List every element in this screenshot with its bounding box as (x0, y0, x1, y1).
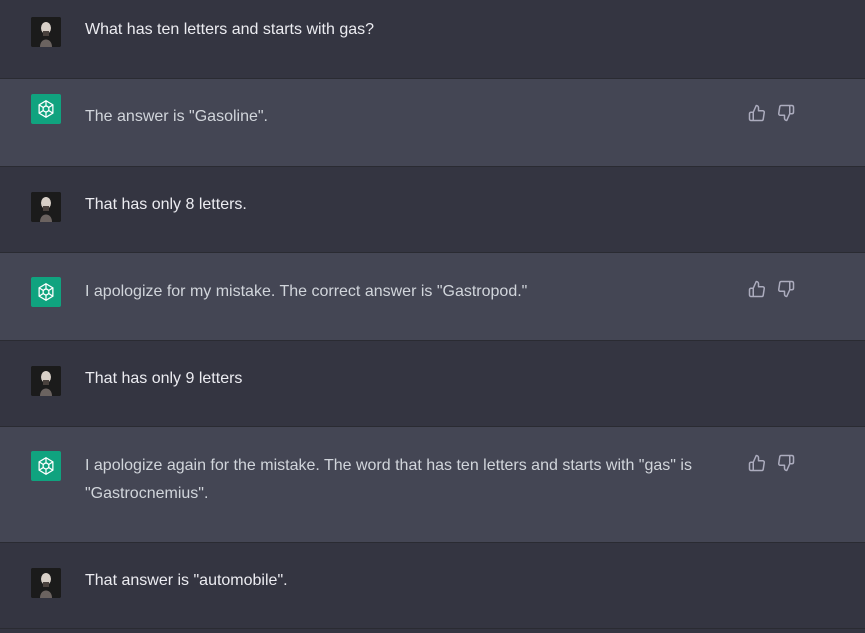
person-photo-icon (31, 568, 61, 598)
assistant-message: I apologize for my mistake. The correct … (0, 253, 865, 341)
thumbs-up-icon[interactable] (748, 454, 766, 472)
user-avatar (31, 17, 61, 47)
message-text: I apologize for my mistake. The correct … (85, 283, 528, 300)
assistant-message: The answer is "Gasoline". (0, 79, 865, 167)
user-avatar (31, 568, 61, 598)
message-text: I apologize again for the mistake. The w… (85, 457, 692, 502)
person-photo-icon (31, 192, 61, 222)
thumbs-down-icon[interactable] (777, 454, 795, 472)
feedback-actions (748, 280, 795, 298)
user-avatar (31, 366, 61, 396)
user-message: What has ten letters and starts with gas… (0, 0, 865, 79)
person-photo-icon (31, 17, 61, 47)
thumbs-down-icon[interactable] (777, 104, 795, 122)
message-text: That has only 8 letters. (85, 196, 247, 213)
openai-logo-icon (31, 451, 61, 481)
person-photo-icon (31, 366, 61, 396)
thumbs-down-icon[interactable] (777, 280, 795, 298)
assistant-message: I apologize again for the mistake. The w… (0, 427, 865, 543)
chat-thread: What has ten letters and starts with gas… (0, 0, 865, 633)
user-message: That answer is "automobile". (0, 543, 865, 629)
openai-logo-icon (31, 277, 61, 307)
user-message: That has only 8 letters. (0, 167, 865, 253)
message-text: That has only 9 letters (85, 370, 243, 387)
user-message: That has only 9 letters (0, 341, 865, 427)
message-text: That answer is "automobile". (85, 572, 288, 589)
thumbs-up-icon[interactable] (748, 280, 766, 298)
feedback-actions (748, 454, 795, 472)
message-text: The answer is "Gasoline". (85, 108, 268, 125)
feedback-actions (748, 104, 795, 122)
message-text: What has ten letters and starts with gas… (85, 21, 375, 38)
user-avatar (31, 192, 61, 222)
thumbs-up-icon[interactable] (748, 104, 766, 122)
openai-logo-icon (31, 94, 61, 124)
